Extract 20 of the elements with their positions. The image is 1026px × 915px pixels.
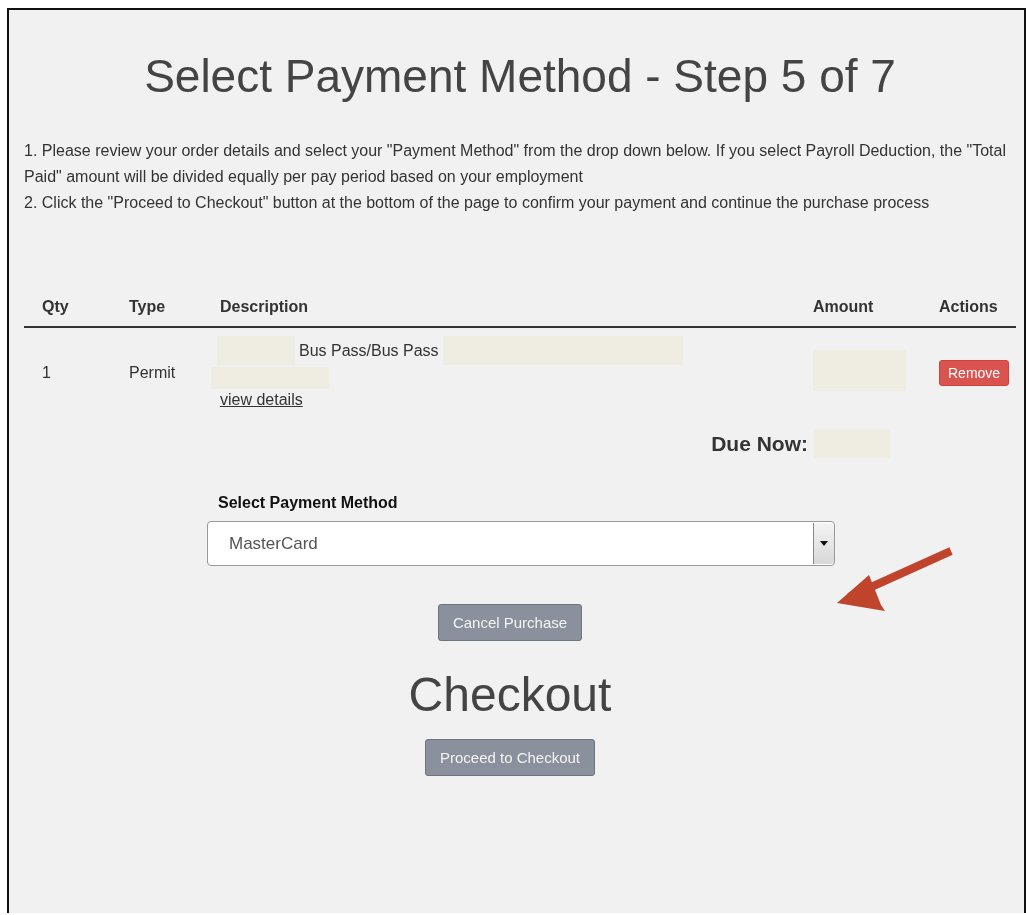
table-cell-text: 1 <box>41 363 52 382</box>
column-header: Description <box>219 298 309 316</box>
page-title: Select Payment Method - Step 5 of 7 <box>143 49 897 104</box>
instruction-text: 2. Click the "Proceed to Checkout" button at the bottom of the page to confirm your payment and continue the purchase process <box>24 193 931 213</box>
due-now-label: Due Now: <box>711 431 808 456</box>
remove-button[interactable]: Remove <box>939 359 1010 386</box>
payment-method-dropdown[interactable]: MasterCard <box>207 521 835 566</box>
caret-icon <box>813 523 834 564</box>
instruction-text: 1. Please review your order details and select your "Payment Method" from the drop down below. If you select Payroll Deduction, the "Total Paid" amount will be divided equally per pay period based on your employment <box>24 141 1007 187</box>
proceed-to-checkout-button[interactable]: Proceed to Checkout <box>424 739 596 776</box>
column-header: Type <box>128 298 167 316</box>
item-description: Bus Pass/Bus Pass <box>299 341 439 360</box>
column-header: Qty <box>41 298 70 316</box>
cancel-purchase-button[interactable]: Cancel Purchase <box>437 604 583 641</box>
column-header: Actions <box>938 298 999 316</box>
column-header: Amount <box>813 298 875 316</box>
checkout-heading: Checkout <box>408 667 612 723</box>
view-details-link[interactable]: view details <box>202 391 303 409</box>
table-cell-text: Permit <box>128 363 177 382</box>
field-label: Select Payment Method <box>218 494 399 512</box>
